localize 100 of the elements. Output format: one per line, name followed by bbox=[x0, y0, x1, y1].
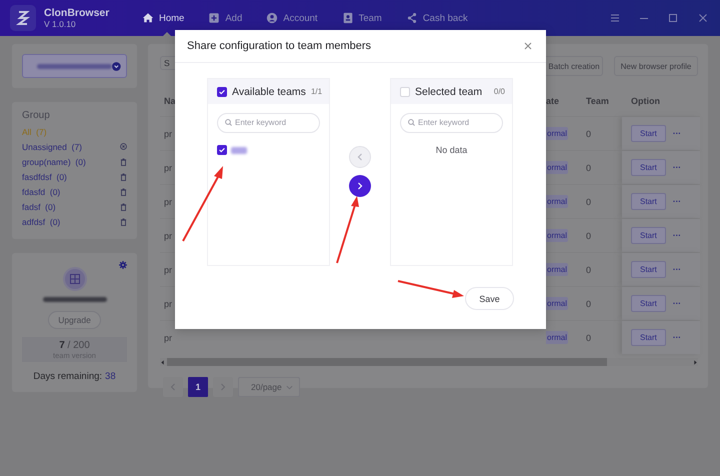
chevron-down-icon bbox=[112, 62, 121, 70]
close-button[interactable] bbox=[522, 40, 534, 52]
panel-title: Selected team bbox=[415, 86, 482, 98]
blurred-text bbox=[42, 297, 106, 302]
status-tag: ormal bbox=[546, 127, 568, 140]
more-button[interactable]: ··· bbox=[672, 333, 681, 342]
more-button[interactable]: ··· bbox=[672, 163, 681, 172]
group-title: Group bbox=[22, 110, 51, 121]
start-button[interactable]: Start bbox=[631, 261, 666, 278]
more-button[interactable]: ··· bbox=[672, 231, 681, 240]
page-button[interactable]: 1 bbox=[188, 377, 208, 397]
save-button[interactable]: Save bbox=[465, 287, 514, 310]
table-cell-text: 0 bbox=[586, 196, 592, 206]
app-version: V 1.0.10 bbox=[44, 19, 77, 29]
days-label: Days remaining: bbox=[33, 371, 102, 382]
status-tag: ormal bbox=[546, 161, 568, 174]
panel-title: Available teams bbox=[232, 86, 306, 98]
gear-icon bbox=[119, 261, 127, 269]
panel-count: 0/0 bbox=[494, 87, 505, 96]
id-card-icon bbox=[342, 12, 354, 24]
team-select[interactable] bbox=[22, 54, 127, 78]
trash-icon bbox=[120, 218, 127, 226]
toolbar-button[interactable]: New browser profile bbox=[614, 56, 698, 76]
trash-icon bbox=[120, 202, 127, 210]
status-tag: ormal bbox=[546, 331, 568, 344]
table-cell-text: pr bbox=[163, 332, 174, 342]
share-icon bbox=[406, 12, 418, 24]
table-cell-text: 0 bbox=[586, 332, 592, 342]
checkbox[interactable] bbox=[217, 86, 227, 96]
blurred-text bbox=[231, 146, 247, 154]
nav-tab[interactable]: Account bbox=[266, 9, 318, 27]
more-button[interactable]: ··· bbox=[672, 299, 681, 308]
group-item[interactable]: fasdfdsf (0) bbox=[22, 169, 127, 184]
table-cell-text: pr bbox=[163, 196, 174, 206]
horizontal-scrollbar[interactable] bbox=[160, 358, 698, 366]
start-button[interactable]: Start bbox=[631, 125, 666, 142]
checkbox[interactable] bbox=[217, 145, 227, 155]
check-icon bbox=[218, 88, 226, 96]
panel-count: 1/1 bbox=[310, 87, 322, 96]
more-button[interactable]: ··· bbox=[672, 197, 681, 206]
move-right-button[interactable] bbox=[349, 175, 371, 197]
circle-x-icon bbox=[120, 143, 127, 150]
caret-left-icon bbox=[160, 360, 165, 364]
logo-icon bbox=[16, 10, 30, 26]
table-cell-text: pr bbox=[163, 298, 174, 308]
usage-count: 7 / 200 bbox=[59, 340, 90, 351]
table-cell-text: pr bbox=[163, 264, 174, 274]
more-button[interactable]: ··· bbox=[672, 129, 681, 138]
empty-message: No data bbox=[434, 145, 468, 155]
close-icon bbox=[698, 13, 708, 23]
annotation-arrow bbox=[336, 196, 359, 264]
page-size-select[interactable]: 20/page bbox=[238, 377, 300, 397]
dialog-title: Share configuration to team members bbox=[187, 40, 372, 52]
column-header: Na bbox=[163, 96, 175, 106]
chevron-left-icon bbox=[357, 153, 363, 161]
status-tag: ormal bbox=[546, 195, 568, 208]
group-item[interactable]: adfdsf (0) bbox=[22, 214, 127, 229]
nav-tab[interactable]: Team bbox=[342, 9, 382, 27]
caret-right-icon bbox=[693, 360, 698, 364]
nav-tab[interactable]: Cash back bbox=[406, 9, 468, 27]
search-icon bbox=[408, 119, 415, 126]
group-item[interactable]: fdasfd (0) bbox=[22, 184, 127, 199]
group-item[interactable]: fadsf (0) bbox=[22, 199, 127, 214]
chevron-right-icon bbox=[357, 182, 363, 190]
more-button[interactable]: ··· bbox=[672, 265, 681, 274]
nav-tab[interactable]: Add bbox=[208, 9, 242, 27]
start-button[interactable]: Start bbox=[631, 295, 666, 312]
status-tag: ormal bbox=[546, 297, 568, 310]
plus-square-icon bbox=[208, 12, 220, 24]
status-tag: ormal bbox=[546, 263, 568, 276]
table-cell-text: 0 bbox=[586, 298, 592, 308]
search-field[interactable]: S bbox=[160, 56, 175, 70]
days-value: 38 bbox=[105, 371, 116, 382]
upgrade-button[interactable]: Upgrade bbox=[48, 311, 101, 329]
maximize-icon bbox=[668, 13, 678, 23]
start-button[interactable]: Start bbox=[631, 159, 666, 176]
trash-icon bbox=[120, 172, 127, 180]
menu-icon bbox=[610, 13, 620, 23]
group-item[interactable]: group(name) (0) bbox=[22, 154, 127, 169]
chevron-left-icon bbox=[170, 383, 176, 391]
close-icon bbox=[524, 42, 532, 50]
toolbar-button[interactable]: Batch creation bbox=[546, 56, 603, 76]
home-icon bbox=[142, 12, 154, 24]
table-cell-text: 0 bbox=[586, 264, 592, 274]
start-button[interactable]: Start bbox=[631, 329, 666, 346]
check-icon bbox=[218, 146, 226, 154]
table-cell-text: 0 bbox=[586, 162, 592, 172]
table-cell-text: pr bbox=[163, 128, 174, 138]
scrollbar-thumb[interactable] bbox=[167, 358, 607, 366]
group-item[interactable]: Unassigned (7) bbox=[22, 139, 127, 154]
column-header: ate bbox=[546, 96, 560, 106]
app-name: ClonBrowser bbox=[44, 7, 108, 19]
start-button[interactable]: Start bbox=[631, 227, 666, 244]
start-button[interactable]: Start bbox=[631, 193, 666, 210]
grid-icon bbox=[70, 274, 80, 284]
chevron-down-icon bbox=[286, 384, 293, 390]
trash-icon bbox=[120, 188, 127, 196]
column-header: Option bbox=[630, 96, 661, 106]
status-tag: ormal bbox=[546, 229, 568, 242]
annotation-arrow bbox=[398, 280, 464, 298]
